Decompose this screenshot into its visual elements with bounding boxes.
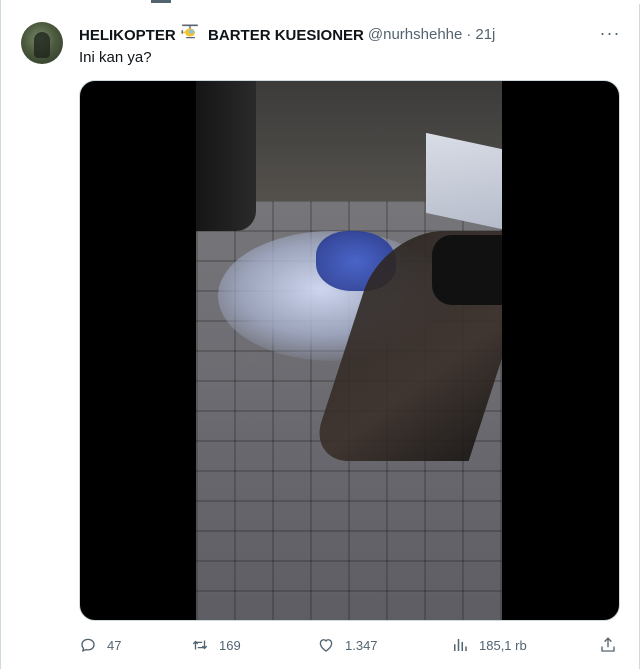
like-count: 1.347 xyxy=(345,637,378,653)
share-button[interactable] xyxy=(599,634,617,656)
author-handle[interactable]: @nurhshehhe xyxy=(368,26,462,43)
more-icon: ··· xyxy=(599,22,621,43)
like-button[interactable]: 1.347 xyxy=(317,634,378,656)
header-separator: · xyxy=(466,25,472,43)
repost-icon xyxy=(192,640,208,650)
views-button[interactable]: 185,1 rb xyxy=(451,634,527,656)
video-scene-shorts xyxy=(432,235,502,305)
top-edge xyxy=(1,0,640,4)
views-chart-icon xyxy=(454,639,467,651)
repost-button[interactable]: 169 xyxy=(191,634,241,656)
avatar[interactable] xyxy=(21,22,63,64)
reply-count: 47 xyxy=(107,637,122,653)
share-icon xyxy=(601,637,615,652)
tweet-header: HELIKOPTER BARTER KUESIONER @nurhshehhe … xyxy=(79,24,495,44)
tweet-frame: HELIKOPTER BARTER KUESIONER @nurhshehhe … xyxy=(0,0,640,669)
reply-button[interactable]: 47 xyxy=(79,634,121,656)
tweet-time[interactable]: 21j xyxy=(475,26,495,43)
views-count: 185,1 rb xyxy=(479,637,527,653)
helicopter-emoji-icon xyxy=(181,24,198,39)
tweet-text: Ini kan ya? xyxy=(79,49,152,66)
tweet-actions: 47 169 1.347 185,1 rb xyxy=(79,634,621,656)
video-frame xyxy=(196,81,502,620)
avatar-figure xyxy=(34,32,50,58)
author-name-part1: HELIKOPTER xyxy=(79,27,176,44)
video-scene-box xyxy=(426,132,502,230)
top-edge-mark xyxy=(151,0,171,3)
author-name-part2: BARTER KUESIONER xyxy=(208,27,364,44)
repost-count: 169 xyxy=(219,637,241,653)
tweet-video[interactable] xyxy=(79,80,620,621)
more-options-button[interactable]: ··· xyxy=(599,22,621,44)
author-name[interactable]: HELIKOPTER BARTER KUESIONER xyxy=(79,24,364,44)
reply-icon xyxy=(81,638,95,652)
heart-icon xyxy=(319,639,333,652)
video-scene-person-left xyxy=(196,81,256,231)
